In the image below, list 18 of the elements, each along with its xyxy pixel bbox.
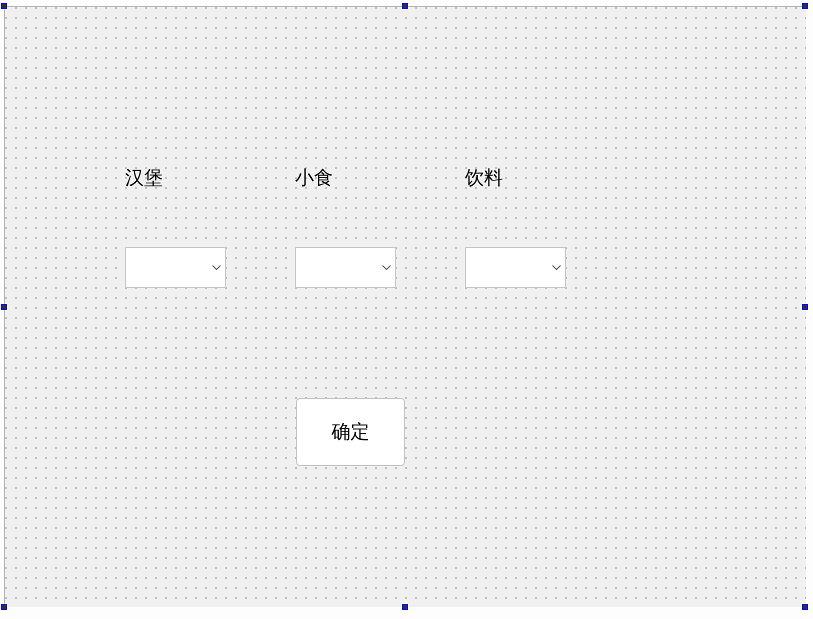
resize-handle[interactable] — [402, 604, 408, 610]
chevron-down-icon — [212, 265, 221, 270]
field-label: 小食 — [295, 166, 333, 190]
resize-handle[interactable] — [1, 604, 7, 610]
resize-handle[interactable] — [802, 304, 808, 310]
resize-handle[interactable] — [802, 604, 808, 610]
resize-handle[interactable] — [402, 3, 408, 9]
combo-box[interactable] — [295, 247, 396, 288]
resize-handle[interactable] — [802, 3, 808, 9]
resize-handle[interactable] — [1, 3, 7, 9]
combo-box[interactable] — [465, 247, 566, 288]
chevron-down-icon — [382, 265, 391, 270]
chevron-down-icon — [552, 265, 561, 270]
field-label: 饮料 — [465, 166, 503, 190]
combo-box[interactable] — [125, 247, 226, 288]
confirm-button[interactable]: 确定 — [296, 398, 405, 466]
field-label: 汉堡 — [125, 166, 163, 190]
resize-handle[interactable] — [1, 304, 7, 310]
